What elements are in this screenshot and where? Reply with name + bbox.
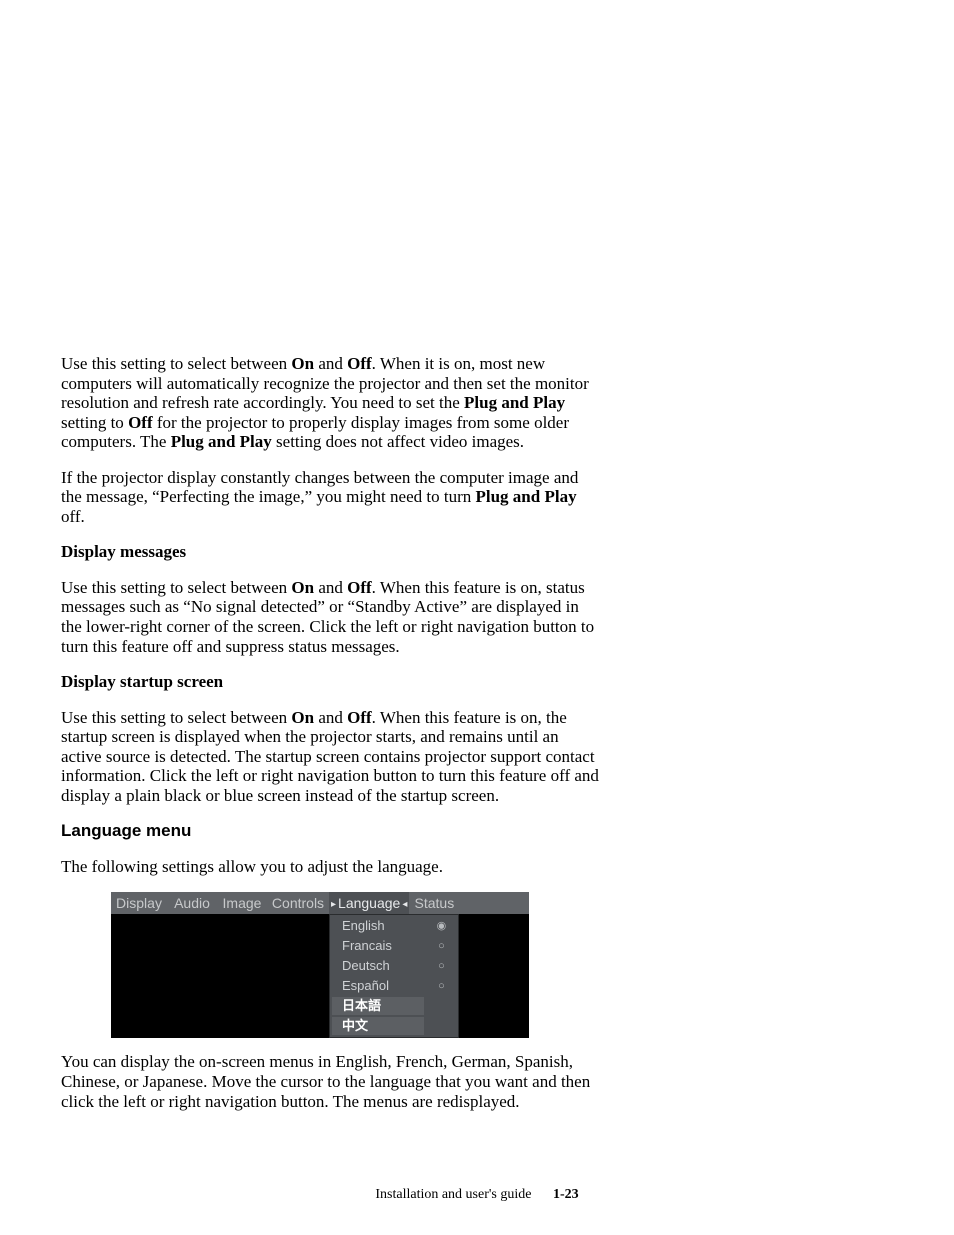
osd-lang-label: Español [332,977,424,995]
osd-body: English ◉ Francais ○ Deutsch ○ [111,914,529,1038]
paragraph-perfecting-image: If the projector display constantly chan… [61,468,601,527]
osd-body-blank-right [459,914,529,1038]
bold: On [291,354,314,373]
bold: Off [347,708,372,727]
osd-lang-item-chinese[interactable]: 中文 [332,1017,456,1035]
page: Use this setting to select between On an… [0,0,954,1235]
content-column: Use this setting to select between On an… [61,354,601,1127]
osd-tab-display[interactable]: Display [111,892,167,914]
osd-tab-image[interactable]: Image [217,892,267,914]
osd-lang-label: 中文 [332,1017,424,1035]
bold: Plug and Play [475,487,576,506]
osd-language-list: English ◉ Francais ○ Deutsch ○ [329,914,459,1038]
page-footer: Installation and user's guide 1-23 [0,1187,954,1203]
radio-unselected-icon: ○ [426,937,456,955]
osd-tab-status[interactable]: Status [409,892,459,914]
radio-empty [426,997,456,1015]
paragraph-language-instructions: You can display the on-screen menus in E… [61,1052,601,1111]
radio-selected-icon: ◉ [426,917,456,935]
osd-lang-label: Francais [332,937,424,955]
osd-tab-language[interactable]: ▸Language◂ [329,892,409,914]
text: off. [61,507,85,526]
radio-unselected-icon: ○ [426,957,456,975]
radio-unselected-icon: ○ [426,977,456,995]
paragraph-plug-and-play: Use this setting to select between On an… [61,354,601,452]
osd-tab-controls[interactable]: Controls [267,892,329,914]
footer-page-number: 1-23 [553,1187,579,1202]
bold: Plug and Play [464,393,565,412]
osd-menu-screenshot: Display Audio Image Controls ▸Language◂ … [111,892,601,1038]
osd-lang-label: Deutsch [332,957,424,975]
osd-lang-item-english[interactable]: English ◉ [332,917,456,935]
radio-empty [426,1017,456,1035]
osd-tabbar: Display Audio Image Controls ▸Language◂ … [111,892,529,914]
bold: Off [347,354,372,373]
bold: On [291,708,314,727]
text: Use this setting to select between [61,354,291,373]
text: and [314,578,347,597]
triangle-right-icon: ▸ [329,900,338,910]
osd-language-panel: English ◉ Francais ○ Deutsch ○ [329,914,459,1038]
osd-tab-label: Language [338,895,400,911]
footer-label: Installation and user's guide [375,1187,531,1202]
bold: Off [128,413,153,432]
section-heading-language-menu: Language menu [61,821,601,841]
osd-menu: Display Audio Image Controls ▸Language◂ … [111,892,529,1038]
osd-lang-item-espanol[interactable]: Español ○ [332,977,456,995]
bold: Plug and Play [171,432,272,451]
heading-display-startup: Display startup screen [61,672,601,692]
text: and [314,354,347,373]
osd-lang-label: 日本語 [332,997,424,1015]
bold: On [291,578,314,597]
osd-body-blank [111,914,329,1038]
paragraph-language-intro: The following settings allow you to adju… [61,857,601,877]
osd-lang-item-deutsch[interactable]: Deutsch ○ [332,957,456,975]
osd-lang-item-japanese[interactable]: 日本語 [332,997,456,1015]
text: and [314,708,347,727]
text: Use this setting to select between [61,578,291,597]
text: Use this setting to select between [61,708,291,727]
osd-lang-label: English [332,917,424,935]
osd-tab-audio[interactable]: Audio [167,892,217,914]
text: setting does not affect video images. [272,432,524,451]
bold: Off [347,578,372,597]
paragraph-display-startup: Use this setting to select between On an… [61,708,601,806]
osd-tabbar-filler [459,892,529,914]
heading-display-messages: Display messages [61,542,601,562]
triangle-left-icon: ◂ [400,900,409,910]
bold: Display messages [61,542,186,561]
osd-lang-item-francais[interactable]: Francais ○ [332,937,456,955]
paragraph-display-messages: Use this setting to select between On an… [61,578,601,656]
text: setting to [61,413,128,432]
bold: Display startup screen [61,672,223,691]
